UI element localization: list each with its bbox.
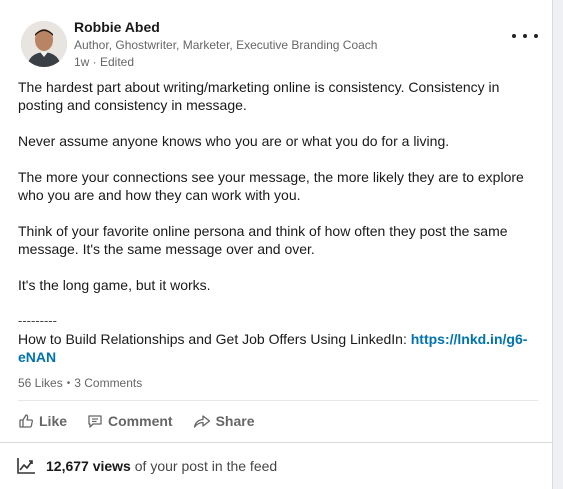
post-paragraph: It's the long game, but it works. [18,277,211,293]
post-header: Robbie Abed Author, Ghostwriter, Markete… [18,18,548,70]
post-body: The hardest part about writing/marketing… [18,78,536,366]
views-label: 12,677 views of your post in the feed [46,458,277,474]
post-paragraph: Think of your favorite online persona an… [18,223,508,257]
comment-label: Comment [108,413,173,429]
promo-line: How to Build Relationships and Get Job O… [18,330,536,366]
thumbs-up-icon [19,414,33,428]
divider [18,400,538,401]
separator-dot: • [66,377,71,389]
post-paragraph: Never assume anyone knows who you are or… [18,133,450,149]
comments-count[interactable]: 3 Comments [74,376,142,390]
views-count: 12,677 views [46,458,131,474]
comment-button[interactable]: Comment [85,405,175,437]
action-bar: Like Comment Share [16,405,257,437]
like-button[interactable]: Like [16,405,69,437]
author-meta: Robbie Abed Author, Ghostwriter, Markete… [74,18,377,71]
share-button[interactable]: Share [191,405,257,437]
promo-text: How to Build Relationships and Get Job O… [18,331,411,347]
views-text: of your post in the feed [134,458,278,474]
more-options-button[interactable] [512,28,538,44]
dot-icon [523,34,527,38]
analytics-trend-icon [17,458,35,474]
avatar[interactable] [21,21,67,67]
likes-count[interactable]: 56 Likes [18,376,63,390]
post-card: Robbie Abed Author, Ghostwriter, Markete… [0,0,553,489]
author-headline: Author, Ghostwriter, Marketer, Executive… [74,38,378,52]
share-label: Share [215,413,255,429]
comment-icon [88,415,102,428]
social-counts: 56 Likes • 3 Comments [18,376,142,390]
dot-icon [512,34,516,38]
post-timestamp: 1w · Edited [74,55,135,69]
post-views-bar[interactable]: 12,677 views of your post in the feed [0,442,553,489]
post-paragraph: The hardest part about writing/marketing… [18,79,500,113]
like-label: Like [39,413,68,429]
separator-line: --------- [18,313,57,328]
share-arrow-icon [193,415,210,428]
dot-icon [534,34,538,38]
post-paragraph: The more your connections see your messa… [18,169,524,203]
avatar-image [21,21,67,67]
author-name[interactable]: Robbie Abed [74,18,377,37]
